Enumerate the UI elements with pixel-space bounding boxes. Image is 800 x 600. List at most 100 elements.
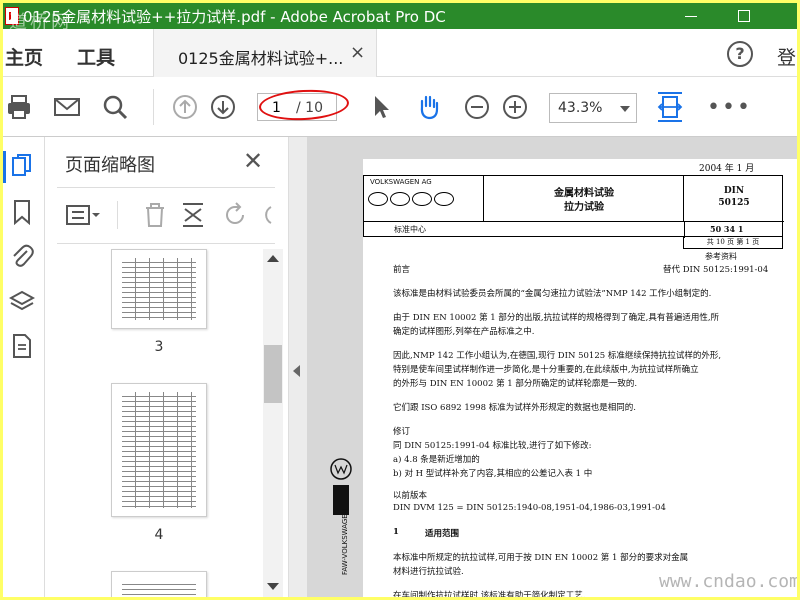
foreword-heading: 前言 <box>393 265 411 275</box>
print-icon[interactable] <box>5 93 33 121</box>
paragraph: 在车间制作抗拉试样时,该标准有助于简化制定工艺. <box>393 591 586 597</box>
skoda-logo-icon <box>412 192 432 206</box>
prev-versions-heading: 以前版本 <box>393 491 428 501</box>
audi-logo-icon <box>434 192 454 206</box>
zoom-select[interactable]: 43.3% <box>549 93 637 123</box>
thumbnail-page[interactable] <box>111 571 207 597</box>
acrobat-window: 0125金属材料试验++拉力试样.pdf - Adobe Acrobat Pro… <box>3 3 797 597</box>
select-cursor-icon[interactable] <box>367 93 395 121</box>
vw-logo-icon <box>368 192 388 206</box>
watermark-bottom-right: www.cndao.com <box>659 571 797 592</box>
menu-tools[interactable]: 工具 <box>77 43 115 70</box>
tab-close-icon[interactable]: × <box>350 42 365 63</box>
next-page-icon[interactable] <box>209 93 237 121</box>
paragraph: 因此,NMP 142 工作小组认为,在德国,现行 DIN 50125 标准继续保… <box>393 351 722 361</box>
maximize-button[interactable] <box>721 3 767 29</box>
paragraph: 本标准中所规定的抗拉试样,可用于按 DIN EN 10002 第 1 部分的要求… <box>393 553 689 563</box>
thumbnail-label: 3 <box>154 339 164 355</box>
document-properties-icon[interactable] <box>9 333 35 359</box>
zoom-value: 43.3% <box>558 100 603 116</box>
menu-bar: 主页 工具 0125金属材料试验+... × ? 登 <box>3 29 797 77</box>
rotate-icon[interactable] <box>221 201 249 229</box>
doc-date: 2004 年 1 月 <box>699 164 755 174</box>
minimize-icon <box>685 15 697 17</box>
paragraph: 特别是使车间里试样制作进一步简化,是十分重要的,在此续版中,为抗拉试样所确立 <box>393 365 699 375</box>
bookmark-icon[interactable] <box>9 199 35 225</box>
panel-tools-divider <box>117 201 118 229</box>
thumbnail-content <box>122 258 196 320</box>
pages-info: 共 10 页 第 1 页 <box>683 237 783 249</box>
scroll-up-icon[interactable] <box>267 255 279 262</box>
hand-tool-icon[interactable] <box>415 93 443 121</box>
active-indicator <box>3 151 6 183</box>
attachment-icon[interactable] <box>9 243 35 269</box>
thumbnail-scrollbar[interactable] <box>263 249 283 597</box>
email-icon[interactable] <box>53 93 81 121</box>
pdf-page: 2004 年 1 月 VOLKSWAGEN AG 金属材料试验 拉力试验 DIN… <box>363 159 797 597</box>
doc-title-line2: 拉力试验 <box>564 202 604 213</box>
main-toolbar: 1 / 10 43.3% ••• <box>3 77 797 137</box>
more-tools-button[interactable]: ••• <box>707 95 752 120</box>
doc-title-line1: 金属材料试验 <box>554 188 614 199</box>
section-title: 适用范围 <box>425 529 460 539</box>
paragraph: 它们跟 ISO 6892 1998 标准为试样外形规定的数据也是相同的. <box>393 403 636 413</box>
rotate-clockwise-icon[interactable] <box>259 201 273 229</box>
panel-title: 页面缩略图 <box>65 155 155 176</box>
panel-divider <box>57 187 275 188</box>
brand-logos <box>368 192 454 206</box>
minimize-button[interactable] <box>668 3 714 29</box>
side-logo-text: FAW-VOLKSWAGEN <box>341 509 349 575</box>
delete-icon[interactable] <box>141 201 169 229</box>
reference-label: 参考资料 <box>705 252 737 261</box>
thumbnail-page[interactable] <box>111 383 207 517</box>
panel-close-icon[interactable]: ✕ <box>243 147 263 175</box>
panel-collapse-handle[interactable] <box>289 137 307 597</box>
replaces-note: 替代 DIN 50125:1991-04 <box>663 265 769 275</box>
search-icon[interactable] <box>101 93 129 121</box>
paragraph: 由于 DIN EN 10002 第 1 部分的出版,抗拉试样的规格得到了确定,具… <box>393 313 720 323</box>
thumbnail-options-icon[interactable] <box>65 201 101 229</box>
window-title: 0125金属材料试验++拉力试样.pdf - Adobe Acrobat Pro… <box>23 8 446 26</box>
section-number: 1 <box>393 527 399 537</box>
list-item: b) 对 H 型试样补充了内容,其相应的公差记入表 1 中 <box>393 469 593 479</box>
zoom-out-icon[interactable] <box>463 93 491 121</box>
header-row2: 标准中心 50 34 1 <box>364 221 784 238</box>
faw-volkswagen-logo: FAW-VOLKSWAGEN <box>330 458 352 575</box>
layers-icon[interactable] <box>9 289 35 315</box>
paragraph: 同 DIN 50125:1991-04 标准比较,进行了如下修改: <box>393 441 592 451</box>
help-button[interactable]: ? <box>727 41 753 67</box>
din-cell: DIN 50125 <box>684 176 784 221</box>
menu-home[interactable]: 主页 <box>5 43 43 70</box>
toolbar-divider <box>153 89 154 125</box>
maximize-icon <box>738 10 750 22</box>
title-cell: 金属材料试验 拉力试验 <box>484 176 684 221</box>
doc-header-table: VOLKSWAGEN AG 金属材料试验 拉力试验 DIN 50125 标准中心… <box>363 175 784 238</box>
company-name: VOLKSWAGEN AG <box>370 178 432 186</box>
paragraph: 该标准是由材料试验委员会所属的“金属匀速拉力试验法”NMP 142 工作小组制定… <box>393 289 712 299</box>
company-cell: VOLKSWAGEN AG <box>364 176 484 221</box>
tab-label: 0125金属材料试验+... <box>178 49 344 68</box>
title-bar: 0125金属材料试验++拉力试样.pdf - Adobe Acrobat Pro… <box>3 3 797 33</box>
zoom-in-icon[interactable] <box>501 93 529 121</box>
paragraph: 材料进行抗拉试验. <box>393 567 464 577</box>
din-number: 50125 <box>718 198 750 208</box>
doc-number: 50 34 1 <box>710 224 744 234</box>
document-view: 2004 年 1 月 VOLKSWAGEN AG 金属材料试验 拉力试验 DIN… <box>307 137 797 597</box>
chevron-left-icon <box>293 365 300 377</box>
fit-page-icon[interactable] <box>655 91 685 123</box>
scrollbar-thumb[interactable] <box>264 345 282 403</box>
extract-pages-icon[interactable] <box>179 201 207 229</box>
thumbnail-page[interactable] <box>111 249 207 329</box>
cell-divider <box>684 222 685 238</box>
login-button[interactable]: 登 <box>777 43 796 70</box>
revision-heading: 修订 <box>393 427 411 437</box>
standards-center: 标准中心 <box>394 225 426 234</box>
scroll-down-icon[interactable] <box>267 583 279 590</box>
thumbnails-panel: 页面缩略图 ✕ 3 4 <box>45 137 289 597</box>
thumbnail-content <box>122 392 196 508</box>
seat-logo-icon <box>390 192 410 206</box>
page-thumbnails-icon[interactable] <box>9 153 35 179</box>
prev-page-icon[interactable] <box>171 93 199 121</box>
document-tab[interactable]: 0125金属材料试验+... × <box>153 29 377 77</box>
paragraph: 的外形与 DIN EN 10002 第 1 部分所确定的试样轮廓是一致的. <box>393 379 638 389</box>
